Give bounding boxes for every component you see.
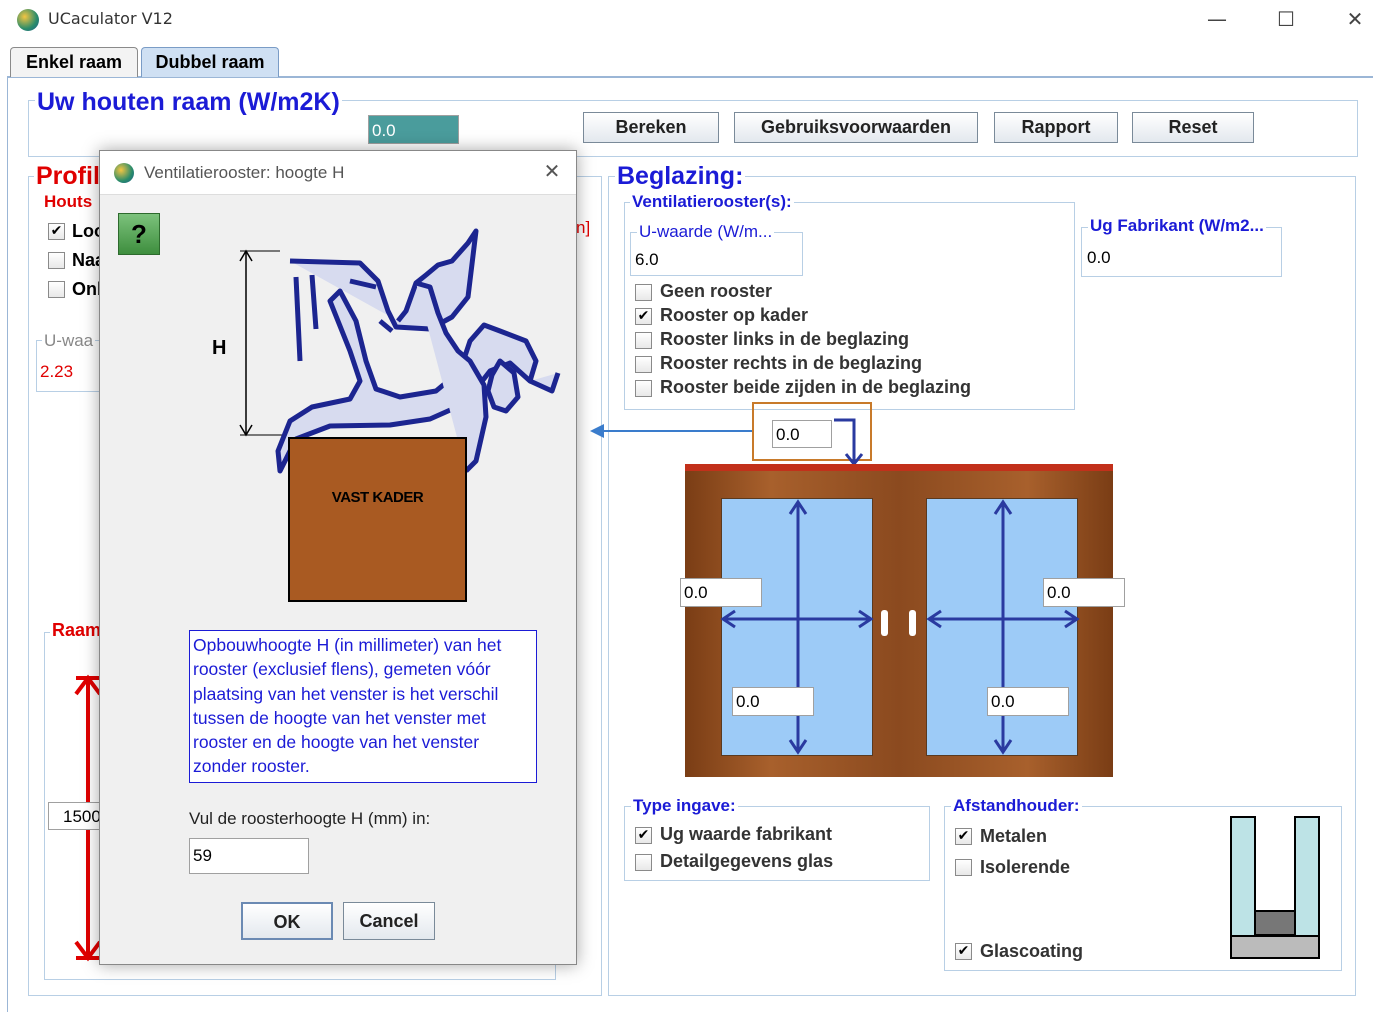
cancel-button[interactable]: Cancel — [343, 902, 435, 940]
vent-checkbox-2[interactable] — [635, 332, 652, 349]
vent-label-2: Rooster links in de beglazing — [660, 329, 910, 349]
tab-enkel-raam[interactable]: Enkel raam — [10, 47, 138, 77]
tab-panel-border — [7, 78, 8, 1012]
ug-fabrikant-value: 0.0 — [1087, 248, 1111, 267]
glascoating-label: Glascoating — [980, 941, 1084, 961]
result-value: 0.0 — [368, 115, 459, 144]
type-ingave-legend: Type ingave: — [631, 796, 738, 816]
ventilatierooster-dialog: Ventilatierooster: hoogte H ✕ ? H VAST K… — [99, 150, 577, 965]
tab-dubbel-raam[interactable]: Dubbel raam — [141, 47, 279, 77]
rapport-button[interactable]: Rapport — [994, 112, 1118, 143]
profiel-legend: Profil — [34, 162, 102, 191]
beglazing-legend: Beglazing: — [615, 162, 746, 191]
dialog-app-icon — [114, 163, 134, 183]
reset-button[interactable]: Reset — [1132, 112, 1254, 143]
right-width-field[interactable]: 0.0 — [1043, 578, 1125, 607]
app-icon — [17, 9, 39, 31]
afstandhouder-label-1: Isolerende — [980, 857, 1071, 877]
afstandhouder-label-0: Metalen — [980, 826, 1048, 846]
vent-label-4: Rooster beide zijden in de beglazing — [660, 377, 972, 397]
type-ingave-label-1: Detailgegevens glas — [660, 851, 834, 871]
gebruiksvoorwaarden-button[interactable]: Gebruiksvoorwaarden — [734, 112, 978, 143]
profiel-uwaarde-legend: U-waa — [42, 331, 96, 351]
vent-label-1: Rooster op kader — [660, 305, 809, 325]
raam-hoogte-field[interactable]: 1500 — [48, 802, 104, 830]
type-ingave-checkbox-0[interactable]: ✔ — [635, 827, 652, 844]
houtsoort-checkbox-1[interactable] — [48, 252, 65, 269]
right-height-field[interactable]: 0.0 — [987, 687, 1069, 716]
vent-checkbox-0[interactable] — [635, 284, 652, 301]
result-legend: Uw houten raam (W/m2K) — [35, 88, 342, 117]
ug-fabrikant-legend: Ug Fabrikant (W/m2... — [1088, 216, 1266, 236]
minimize-button[interactable]: — — [1187, 0, 1247, 38]
type-ingave-checkbox-1[interactable] — [635, 854, 652, 871]
window-title: UCaculator V12 — [48, 9, 173, 28]
afstandhouder-legend: Afstandhouder: — [951, 796, 1082, 816]
ventilatierooster-legend: Ventilatierooster(s): — [630, 192, 794, 212]
dialog-close-button[interactable]: ✕ — [536, 159, 568, 187]
vent-uwaarde-value: 6.0 — [635, 250, 659, 269]
rooster-profile-illustration — [239, 228, 561, 602]
houtsoort-checkbox-0[interactable]: ✔ — [48, 223, 65, 240]
vent-label-0: Geen rooster — [660, 281, 773, 301]
vast-kader-label: VAST KADER — [331, 489, 424, 506]
profiel-truncated-bracket: n] — [576, 218, 591, 237]
glascoating-checkbox[interactable]: ✔ — [955, 943, 972, 960]
profiel-uwaarde-value: 2.23 — [40, 362, 74, 381]
houtsoort-checkbox-2[interactable] — [48, 281, 65, 298]
houtsoort-legend: Houts — [44, 192, 93, 211]
help-button[interactable]: ? — [118, 213, 160, 255]
rooster-height-input[interactable]: 59 — [189, 838, 309, 874]
vent-checkbox-1[interactable]: ✔ — [635, 308, 652, 325]
dialog-description: Opbouwhoogte H (in millimeter) van het r… — [189, 630, 537, 783]
vent-uwaarde-legend: U-waarde (W/m... — [637, 222, 775, 242]
bereken-button[interactable]: Bereken — [583, 112, 719, 143]
raam-legend: Raam — [50, 620, 104, 641]
dialog-titlebar: Ventilatierooster: hoogte H ✕ — [100, 151, 576, 195]
h-dimension-label: H — [212, 337, 227, 359]
close-button[interactable]: ✕ — [1325, 0, 1373, 38]
dialog-prompt: Vul de roosterhoogte H (mm) in: — [189, 809, 431, 828]
left-width-field[interactable]: 0.0 — [680, 578, 762, 607]
spacer-diagram — [1230, 816, 1320, 959]
afstandhouder-checkbox-0[interactable]: ✔ — [955, 828, 972, 845]
window-dimension-arrows — [720, 499, 1080, 755]
afstandhouder-checkbox-1[interactable] — [955, 859, 972, 876]
maximize-button[interactable]: ☐ — [1256, 0, 1316, 38]
vent-checkbox-4[interactable] — [635, 380, 652, 397]
vent-label-3: Rooster rechts in de beglazing — [660, 353, 923, 373]
vent-checkbox-3[interactable] — [635, 356, 652, 373]
left-height-field[interactable]: 0.0 — [732, 687, 814, 716]
dialog-title: Ventilatierooster: hoogte H — [144, 163, 345, 182]
type-ingave-label-0: Ug waarde fabrikant — [660, 824, 833, 844]
ok-button[interactable]: OK — [241, 902, 333, 940]
